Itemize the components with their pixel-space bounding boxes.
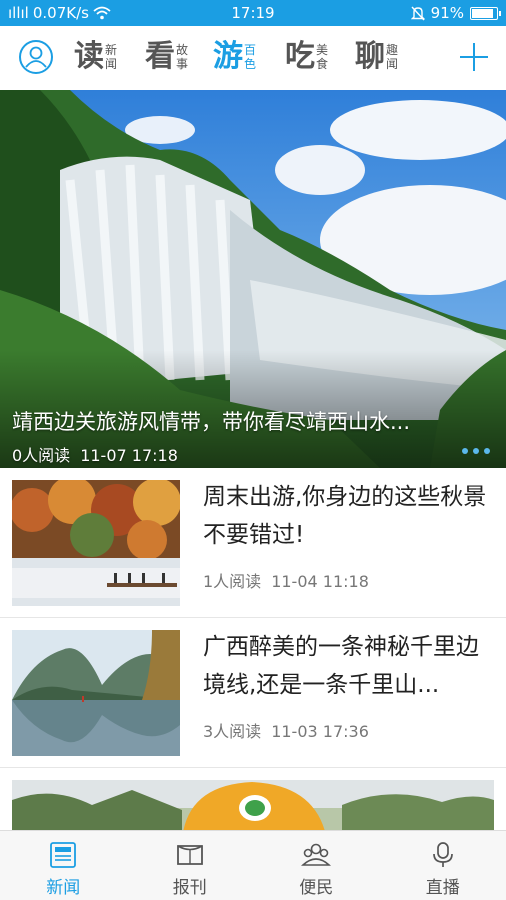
article-meta: 1人阅读 11-04 11:18 — [203, 568, 369, 592]
tab-watch-stories[interactable]: 看 故事 — [145, 36, 188, 78]
tab-small-char: 新 — [105, 43, 118, 57]
bottom-tab-label: 直播 — [425, 878, 460, 898]
tab-eat-food[interactable]: 吃 美食 — [285, 36, 328, 78]
tab-big-char: 游 — [213, 39, 243, 74]
carousel-dot — [473, 448, 479, 454]
list-item[interactable]: 周末出游,你身边的这些秋景不要错过! 1人阅读 11-04 11:18 — [0, 468, 506, 618]
tab-small-char: 美 — [316, 43, 329, 57]
tab-big-char: 看 — [145, 39, 175, 74]
publish-time: 11-07 17:18 — [80, 446, 178, 465]
tab-small-char: 色 — [244, 57, 257, 71]
clock: 17:19 — [231, 4, 275, 22]
bottom-tab-label: 便民 — [299, 878, 334, 898]
magazine-icon — [176, 845, 203, 865]
bottom-tab-bar: 新闻 报刊 便民 直播 — [0, 830, 506, 900]
tab-small-char: 闻 — [105, 57, 118, 71]
hero-title[interactable]: 靖西边关旅游风情带，带你看尽靖西山水... — [12, 406, 492, 436]
bottom-tab-newspapers[interactable]: 报刊 — [127, 831, 254, 900]
status-bar: ıllıl 0.07K/s 17:19 91% — [0, 0, 506, 26]
article-title[interactable]: 周末出游,你身边的这些秋景不要错过! — [203, 478, 495, 554]
karst-lake-thumbnail — [12, 630, 180, 756]
carousel-dot — [484, 448, 490, 454]
bottom-tab-news[interactable]: 新闻 — [0, 831, 127, 900]
battery-percent: 91% — [430, 4, 464, 22]
read-count: 3人阅读 — [203, 722, 262, 741]
tab-small-char: 故 — [176, 43, 189, 57]
people-icon — [301, 843, 332, 866]
tab-travel-baise[interactable]: 游 百色 — [213, 36, 256, 78]
read-count: 0人阅读 — [12, 446, 71, 465]
tab-chat-gossip[interactable]: 聊 趣闻 — [355, 36, 398, 78]
alarm-off-icon — [410, 6, 425, 20]
tab-big-char: 读 — [74, 39, 104, 74]
tab-read-news[interactable]: 读 新闻 — [74, 36, 117, 78]
read-count: 1人阅读 — [203, 572, 262, 591]
user-avatar-icon[interactable] — [19, 40, 53, 74]
tab-small-char: 食 — [316, 57, 329, 71]
fruit-sculpture-thumbnail — [12, 780, 494, 830]
bottom-tab-services[interactable]: 便民 — [253, 831, 380, 900]
hero-banner[interactable]: 靖西边关旅游风情带，带你看尽靖西山水... 0人阅读 11-07 17:18 — [0, 90, 506, 468]
article-title[interactable]: 广西醉美的一条神秘千里边境线,还是一条千里山... — [203, 628, 495, 704]
battery-icon — [470, 6, 501, 20]
hero-meta: 0人阅读 11-07 17:18 — [12, 442, 178, 466]
tab-small-char: 事 — [176, 57, 189, 71]
tab-small-char: 趣 — [386, 43, 399, 57]
bottom-tab-label: 新闻 — [46, 878, 81, 898]
list-item[interactable]: 广西醉美的一条神秘千里边境线,还是一条千里山... 3人阅读 11-03 17:3… — [0, 618, 506, 768]
bottom-tab-label: 报刊 — [172, 878, 207, 898]
carousel-dot — [462, 448, 468, 454]
list-item[interactable] — [0, 768, 506, 830]
publish-time: 11-03 17:36 — [271, 722, 369, 741]
top-nav: 读 新闻 看 故事 游 百色 吃 美食 聊 趣闻 — [0, 26, 506, 90]
bottom-tab-live[interactable]: 直播 — [380, 831, 506, 900]
publish-time: 11-04 11:18 — [271, 572, 369, 591]
tab-big-char: 聊 — [355, 39, 385, 74]
autumn-lake-thumbnail — [12, 480, 180, 606]
article-meta: 3人阅读 11-03 17:36 — [203, 718, 369, 742]
add-channel-icon[interactable] — [460, 43, 488, 71]
tab-small-char: 百 — [244, 43, 257, 57]
tab-big-char: 吃 — [285, 39, 315, 74]
tab-small-char: 闻 — [386, 57, 399, 71]
newspaper-icon — [50, 842, 77, 868]
microphone-icon — [432, 842, 453, 867]
carousel-indicator — [462, 448, 490, 454]
